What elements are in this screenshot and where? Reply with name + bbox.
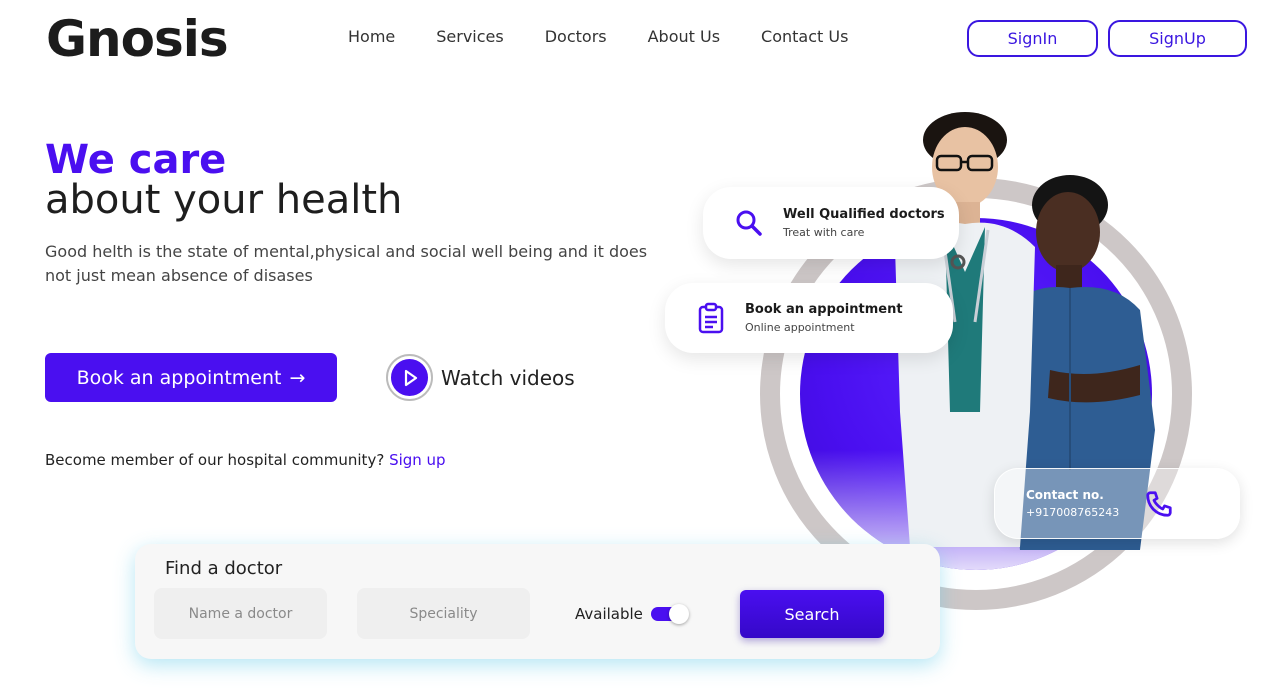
watch-videos-label: Watch videos	[441, 365, 575, 390]
available-toggle[interactable]	[651, 604, 689, 624]
card-book-appointment[interactable]: Book an appointment Online appointment	[665, 283, 953, 353]
contact-title: Contact no.	[1026, 488, 1104, 502]
find-doctor-panel: Find a doctor Available Search	[135, 544, 940, 659]
card-appointment-subtitle: Online appointment	[745, 321, 855, 334]
book-appointment-button[interactable]: Book an appointment →	[45, 353, 337, 402]
card-qualified-title: Well Qualified doctors	[783, 207, 945, 222]
signup-button[interactable]: SignUp	[1108, 20, 1247, 57]
signup-link[interactable]: Sign up	[389, 451, 446, 469]
brand-logo[interactable]: Gnosis	[46, 10, 229, 68]
contact-card[interactable]: Contact no. +917008765243	[994, 468, 1240, 539]
hero-description: Good helth is the state of mental,physic…	[45, 242, 648, 285]
speciality-input[interactable]	[357, 588, 530, 639]
contact-number: +917008765243	[1026, 506, 1120, 519]
available-label: Available	[575, 605, 643, 623]
nav-doctors[interactable]: Doctors	[545, 27, 607, 46]
hero-headline: about your health	[45, 177, 403, 223]
search-button[interactable]: Search	[740, 590, 884, 638]
doctor-name-input[interactable]	[154, 588, 327, 639]
arrow-right-icon: →	[289, 366, 306, 389]
main-nav: Home Services Doctors About Us Contact U…	[348, 27, 889, 46]
signin-button[interactable]: SignIn	[967, 20, 1098, 57]
card-qualified-doctors: Well Qualified doctors Treat with care	[703, 187, 959, 259]
nav-home[interactable]: Home	[348, 27, 395, 46]
card-appointment-title: Book an appointment	[745, 302, 903, 317]
nav-contact-us[interactable]: Contact Us	[761, 27, 848, 46]
member-text: Become member of our hospital community?	[45, 451, 385, 469]
play-icon[interactable]	[386, 354, 433, 401]
find-doctor-title: Find a doctor	[165, 558, 283, 579]
search-icon	[736, 210, 762, 236]
card-qualified-subtitle: Treat with care	[783, 226, 865, 239]
clipboard-icon	[698, 302, 724, 334]
book-appointment-label: Book an appointment	[76, 366, 282, 389]
nav-about-us[interactable]: About Us	[648, 27, 720, 46]
phone-icon[interactable]	[1144, 489, 1174, 519]
member-prompt: Become member of our hospital community?…	[45, 451, 446, 469]
watch-videos-button[interactable]: Watch videos	[386, 354, 575, 401]
nav-services[interactable]: Services	[436, 27, 503, 46]
